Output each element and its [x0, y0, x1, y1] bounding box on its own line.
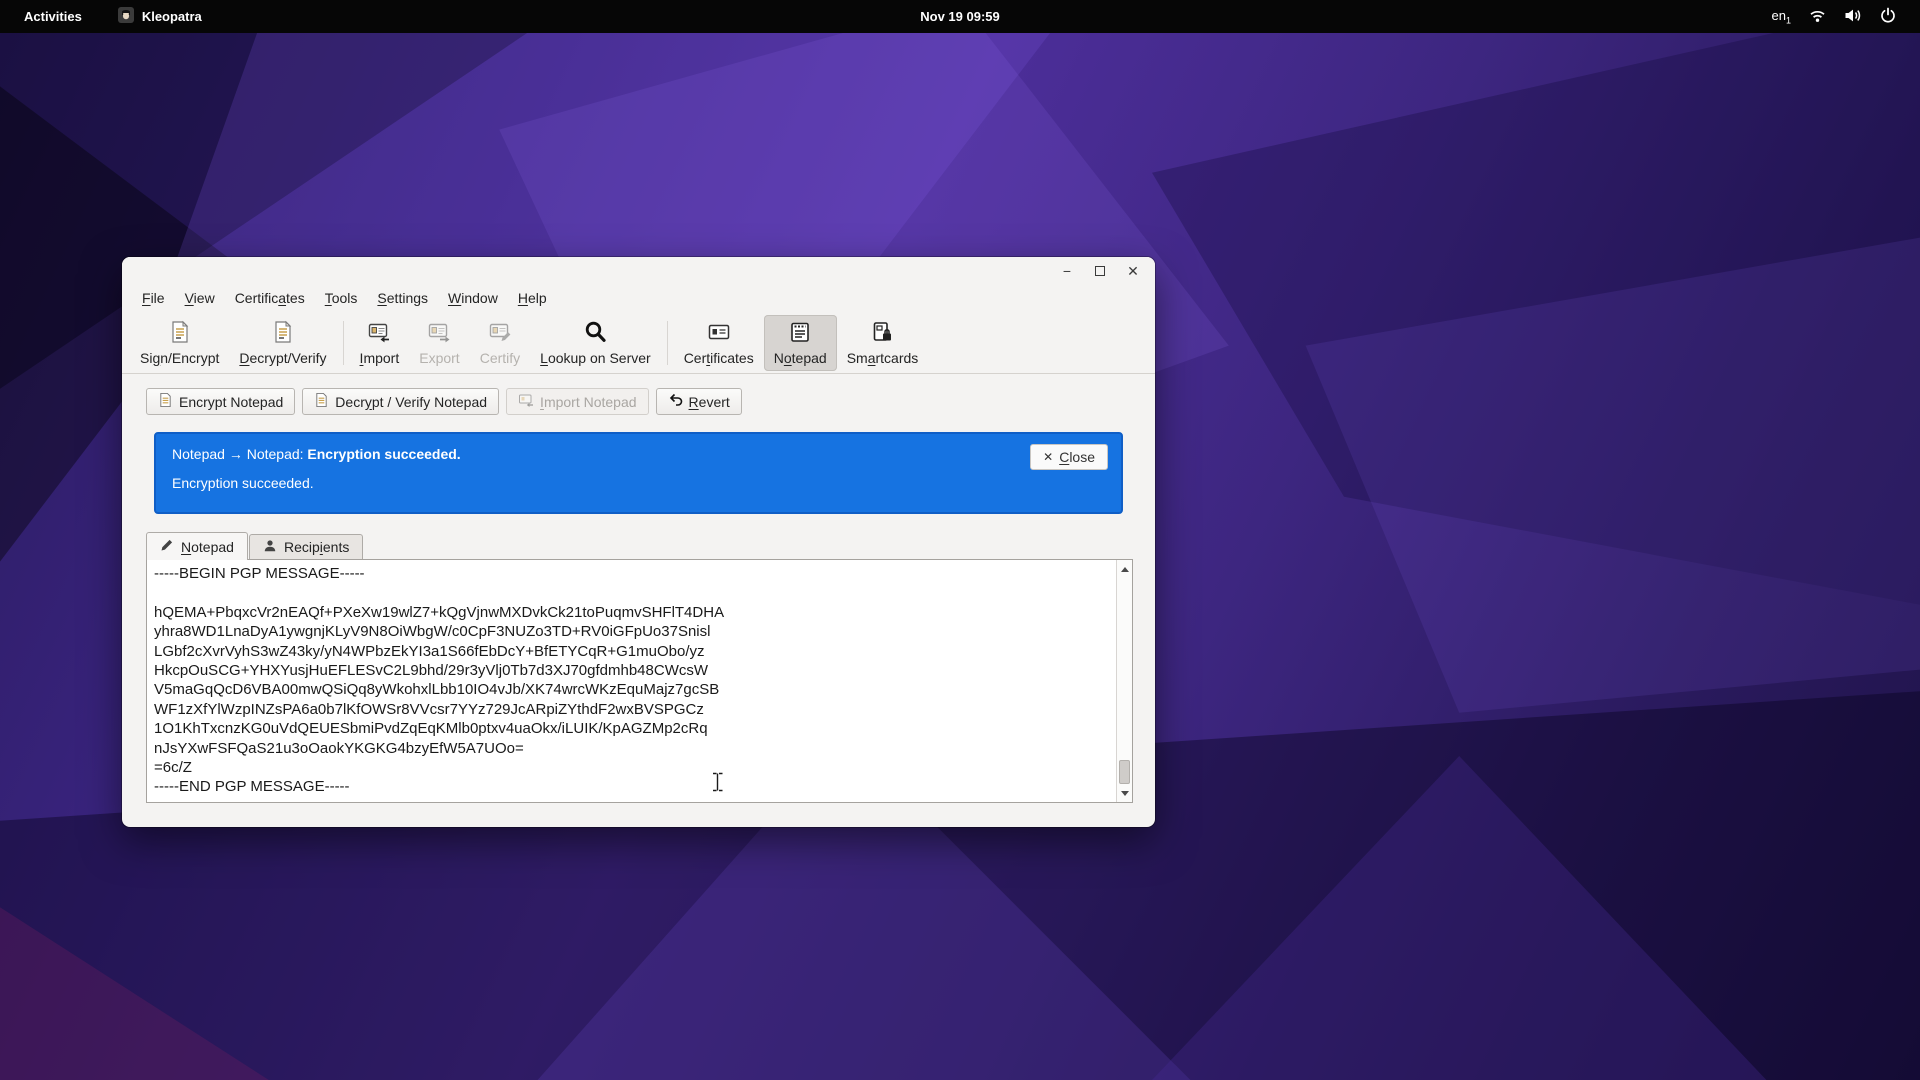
pgp-line: LGbf2cXvrVyhS3wZ43ky/yN4WPbzEkYI3a1S66fE…: [154, 643, 1112, 662]
pgp-line: [154, 584, 1112, 603]
pgp-line: V5maGqQcD6VBA00mwQSiQq8yWkohxlLbb10IO4vJ…: [154, 681, 1112, 700]
pgp-line: -----END PGP MESSAGE-----: [154, 778, 1112, 797]
menu-certificates[interactable]: Certificates: [225, 287, 315, 309]
encrypt-notepad-button[interactable]: Encrypt Notepad: [146, 388, 295, 415]
pgp-line: WF1zXfYlWzpINZsPA6a0b7lKfOWSr8VVcsr7YYz7…: [154, 701, 1112, 720]
person-icon: [263, 539, 277, 556]
toolbar-label: Sign/Encrypt: [140, 350, 219, 366]
revert-button[interactable]: Revert: [656, 388, 742, 415]
card-export-icon: [427, 320, 451, 347]
card-certify-icon: [488, 320, 512, 347]
pgp-line: yhra8WD1LnaDyA1ywgnjKLyV9N8OiWbgW/c0CpF3…: [154, 623, 1112, 642]
document-encrypt-icon: [168, 320, 192, 347]
undo-icon: [668, 393, 683, 410]
notepad-icon: [788, 320, 812, 347]
button-label: Encrypt Notepad: [179, 394, 283, 410]
menu-window[interactable]: Window: [438, 287, 508, 309]
menu-view[interactable]: View: [175, 287, 225, 309]
button-label: Import Notepad: [540, 394, 637, 410]
vertical-scrollbar[interactable]: [1116, 560, 1132, 802]
scroll-up-arrow-icon[interactable]: [1117, 561, 1132, 577]
toolbar-lookup-on-server[interactable]: Lookup on Server: [530, 315, 661, 371]
button-label: Revert: [689, 394, 730, 410]
maximize-icon: [1095, 266, 1105, 276]
tab-bar: Notepad Recipients: [122, 531, 1155, 559]
toolbar-separator: [343, 321, 344, 365]
pencil-icon: [160, 538, 174, 555]
menu-file[interactable]: File: [132, 287, 175, 309]
toolbar: Sign/Encrypt Decrypt/Verify Import Expor…: [122, 312, 1155, 374]
toolbar-separator: [667, 321, 668, 365]
window-titlebar[interactable]: − ✕: [122, 257, 1155, 284]
scroll-down-arrow-icon[interactable]: [1117, 785, 1132, 801]
scrollbar-thumb[interactable]: [1119, 760, 1130, 784]
toolbar-decrypt-verify[interactable]: Decrypt/Verify: [229, 315, 336, 371]
smartcard-icon: [870, 320, 894, 347]
window-close-button[interactable]: ✕: [1125, 263, 1141, 279]
top-bar: Activities Kleopatra Nov 19 09:59 en1: [0, 0, 1920, 33]
toolbar-label: Lookup on Server: [540, 350, 651, 366]
toolbar-label: Import: [360, 350, 400, 366]
search-icon: [583, 320, 607, 347]
toolbar-export: Export: [409, 315, 469, 371]
card-import-icon: [367, 320, 391, 347]
card-import-icon: [518, 392, 534, 411]
import-notepad-button: Import Notepad: [506, 388, 649, 415]
text-cursor: [712, 772, 723, 797]
pgp-line: HkcpOuSCG+YHXYusjHuEFLESvC2L9bhd/29r3yVl…: [154, 662, 1112, 681]
menu-bar: File View Certificates Tools Settings Wi…: [122, 284, 1155, 312]
toolbar-certificates[interactable]: Certificates: [674, 315, 764, 371]
notification-line2: Encryption succeeded.: [172, 475, 1105, 491]
document-icon: [158, 392, 173, 411]
close-label: Close: [1059, 449, 1095, 465]
document-decrypt-icon: [271, 320, 295, 347]
menu-settings[interactable]: Settings: [367, 287, 438, 309]
notification-close-button[interactable]: ✕ Close: [1030, 444, 1108, 470]
id-card-icon: [707, 320, 731, 347]
toolbar-label: Notepad: [774, 350, 827, 366]
pgp-line: -----BEGIN PGP MESSAGE-----: [154, 565, 1112, 584]
wifi-icon[interactable]: [1809, 8, 1826, 26]
document-icon: [314, 392, 329, 411]
pgp-line: hQEMA+PbqxcVr2nEAQf+PXeXw19wlZ7+kQgVjnwM…: [154, 604, 1112, 623]
app-menu-label: Kleopatra: [142, 9, 202, 24]
toolbar-import[interactable]: Import: [350, 315, 410, 371]
activities-button[interactable]: Activities: [16, 5, 90, 28]
keyboard-layout-indicator[interactable]: en1: [1772, 8, 1791, 26]
kleopatra-app-icon: [118, 7, 134, 26]
clock[interactable]: Nov 19 09:59: [910, 5, 1010, 28]
notification-banner: Notepad → Notepad: Encryption succeeded.…: [154, 432, 1123, 514]
minimize-button[interactable]: −: [1059, 263, 1075, 279]
notification-line1: Notepad → Notepad: Encryption succeeded.: [172, 446, 1105, 462]
pgp-line: 1O1KhTxcnzKG0uVdQEUESbmiPvdZqEqKMlb0ptxv…: [154, 720, 1112, 739]
tab-label: Recipients: [284, 539, 349, 555]
button-label: Decrypt / Verify Notepad: [335, 394, 487, 410]
tab-notepad[interactable]: Notepad: [146, 532, 248, 560]
notepad-actions: Encrypt Notepad Decrypt / Verify Notepad…: [146, 388, 1155, 415]
app-menu-button[interactable]: Kleopatra: [112, 3, 208, 30]
notepad-textarea[interactable]: -----BEGIN PGP MESSAGE----- hQEMA+PbqxcV…: [146, 559, 1133, 803]
toolbar-label: Decrypt/Verify: [239, 350, 326, 366]
toolbar-notepad[interactable]: Notepad: [764, 315, 837, 371]
toolbar-certify: Certify: [470, 315, 530, 371]
toolbar-label: Export: [419, 350, 459, 366]
volume-icon[interactable]: [1844, 8, 1862, 26]
power-icon[interactable]: [1880, 7, 1896, 26]
pgp-line: =6c/Z: [154, 759, 1112, 778]
toolbar-label: Smartcards: [847, 350, 919, 366]
decrypt-verify-notepad-button[interactable]: Decrypt / Verify Notepad: [302, 388, 499, 415]
toolbar-smartcards[interactable]: Smartcards: [837, 315, 929, 371]
tab-label: Notepad: [181, 539, 234, 555]
pgp-message: -----BEGIN PGP MESSAGE----- hQEMA+PbqxcV…: [154, 565, 1112, 798]
kleopatra-window: − ✕ File View Certificates Tools Setting…: [122, 257, 1155, 827]
toolbar-label: Certificates: [684, 350, 754, 366]
tab-recipients[interactable]: Recipients: [249, 534, 363, 559]
toolbar-label: Certify: [480, 350, 520, 366]
menu-tools[interactable]: Tools: [315, 287, 368, 309]
close-icon: ✕: [1043, 450, 1053, 464]
toolbar-sign-encrypt[interactable]: Sign/Encrypt: [130, 315, 229, 371]
menu-help[interactable]: Help: [508, 287, 557, 309]
maximize-button[interactable]: [1092, 263, 1108, 279]
pgp-line: nJsYXwFSFQaS21u3oOaokYKGKG4bzyEfW5A7UOo=: [154, 740, 1112, 759]
